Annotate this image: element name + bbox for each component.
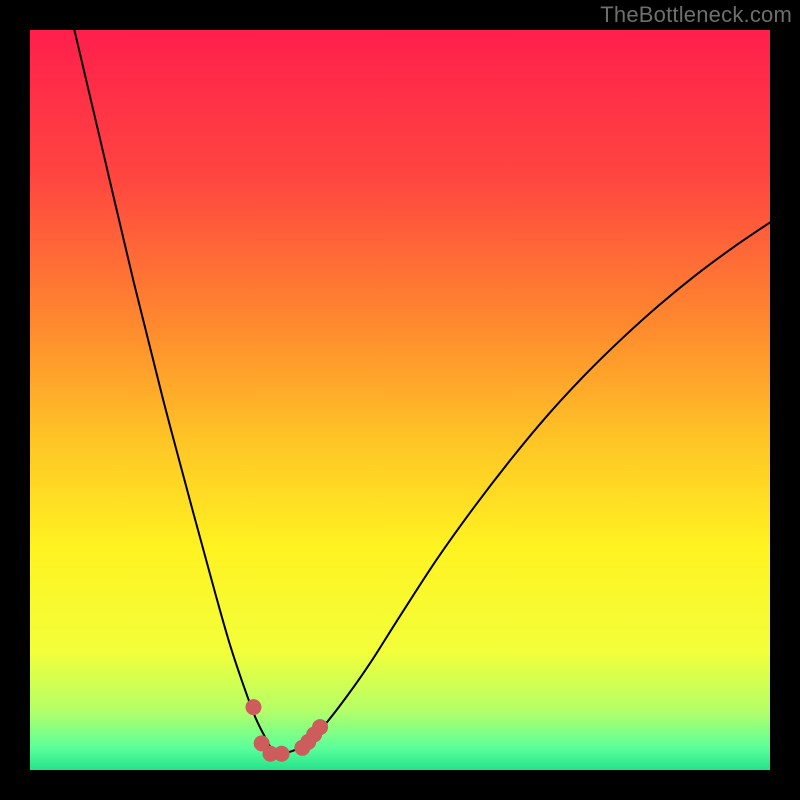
bottleneck-chart (30, 30, 770, 770)
chart-container (30, 30, 770, 770)
highlight-dot (312, 719, 328, 735)
watermark-text: TheBottleneck.com (600, 2, 792, 28)
highlight-dot (245, 699, 261, 715)
highlight-dot (274, 746, 290, 762)
chart-background-gradient (30, 30, 770, 770)
